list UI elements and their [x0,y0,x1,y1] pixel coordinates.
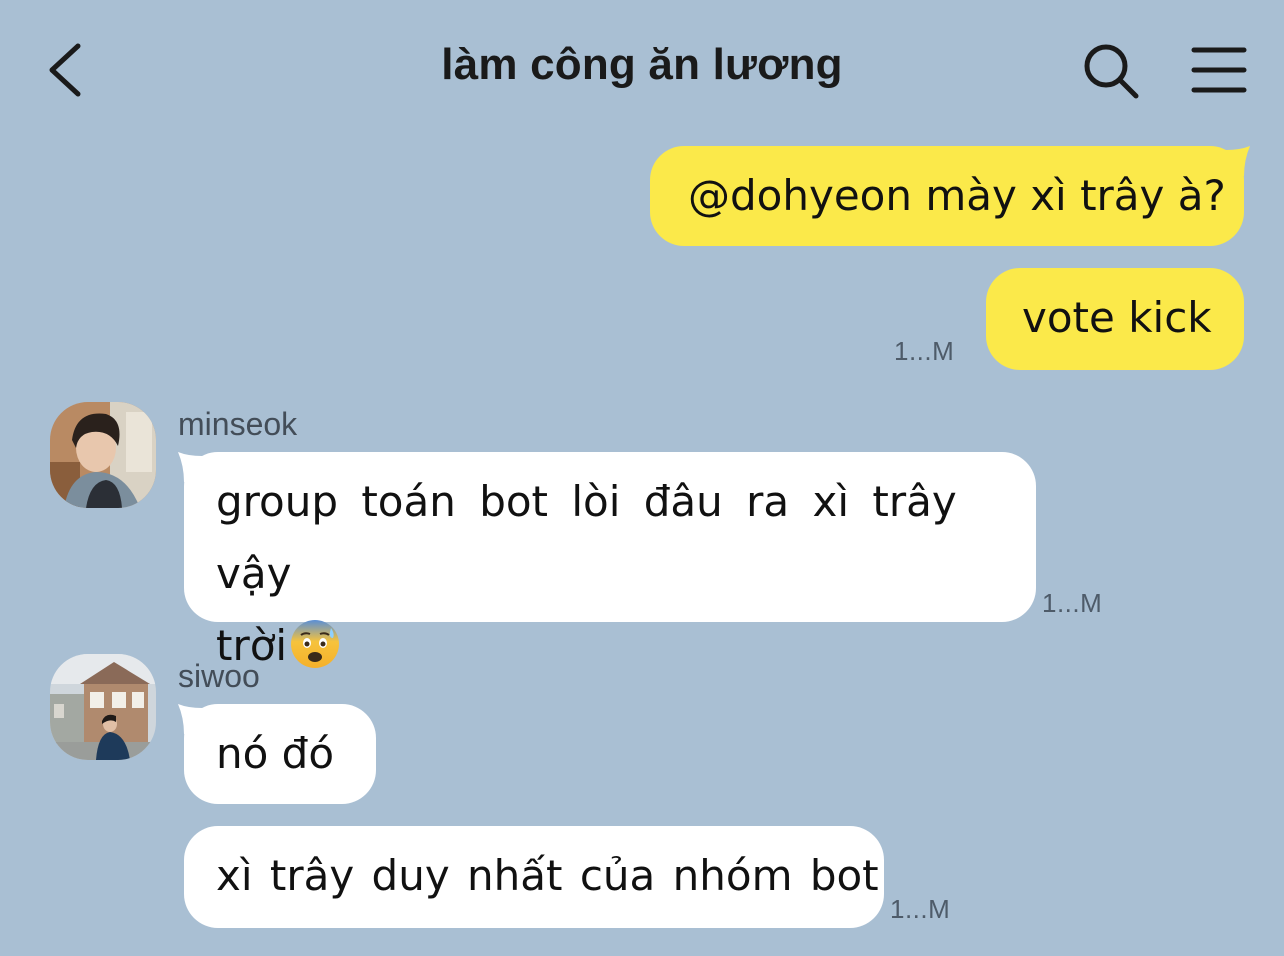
search-button[interactable] [1080,40,1142,102]
message-text-line: group toán bot lòi đâu ra xì trây vậy [216,477,957,598]
message-text: xì trây duy nhất của nhóm bot [216,851,879,900]
bubble-tail [178,704,202,734]
message-text: vote kick [1022,293,1212,342]
outgoing-message[interactable]: @dohyeon mày xì trây à? [650,146,1244,246]
incoming-message[interactable]: group toán bot lòi đâu ra xì trây vậy tr… [184,452,1036,670]
bubble-tail [178,452,202,482]
search-icon [1084,44,1139,99]
incoming-message[interactable]: nó đó [184,704,376,804]
message-text-line: trời [216,610,1002,682]
chat-header: làm công ăn lương [0,0,1284,140]
outgoing-message[interactable]: vote kick [986,268,1244,370]
anxious-face-emoji [291,620,340,668]
avatar[interactable] [50,654,156,760]
menu-button[interactable] [1190,44,1248,96]
hamburger-menu-icon [1191,47,1247,93]
message-timestamp: 1...M [890,894,951,924]
avatar-photo [50,402,156,508]
sender-name: minseok [178,406,298,442]
incoming-message[interactable]: xì trây duy nhất của nhóm bot [184,826,884,928]
sender-name: siwoo [178,658,260,694]
bubble-tail [1226,146,1250,176]
message-text: nó đó [216,729,335,778]
message-timestamp: 1...M [1042,588,1103,618]
avatar-photo [50,654,156,760]
avatar[interactable] [50,402,156,508]
message-timestamp: 1...M [894,336,955,366]
message-text: @dohyeon mày xì trây à? [688,171,1226,220]
